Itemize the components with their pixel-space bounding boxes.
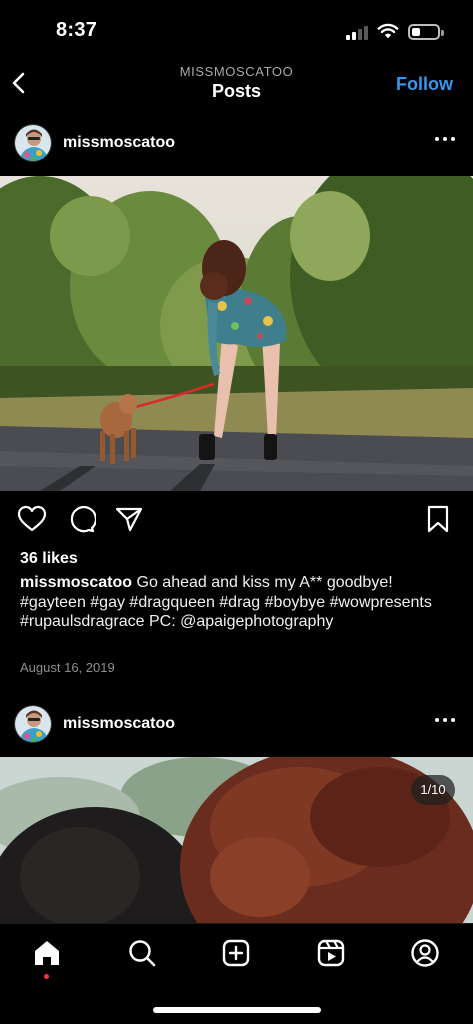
home-icon[interactable] (32, 938, 62, 968)
post-username[interactable]: missmoscatoo (63, 134, 175, 152)
profile-icon[interactable] (410, 938, 440, 968)
post-header: missmoscatoo (0, 124, 473, 168)
search-icon[interactable] (127, 938, 157, 968)
status-time: 8:37 (56, 19, 98, 41)
post-date: August 16, 2019 (20, 660, 115, 675)
follow-button[interactable]: Follow (396, 74, 453, 95)
top-header: MISSMOSCATOO Posts Follow (0, 60, 473, 110)
share-icon[interactable] (114, 504, 144, 534)
avatar[interactable] (14, 705, 52, 743)
post-actions (0, 504, 473, 538)
comment-icon[interactable] (66, 504, 96, 534)
create-icon[interactable] (221, 938, 251, 968)
post-photo[interactable] (0, 176, 473, 491)
post-header: missmoscatoo (0, 705, 473, 749)
more-options-button[interactable] (434, 128, 456, 150)
heart-icon[interactable] (17, 504, 47, 534)
cellular-signal-icon (346, 26, 368, 40)
avatar[interactable] (14, 124, 52, 162)
media-counter-badge: 1/10 (411, 775, 455, 805)
caption-username[interactable]: missmoscatoo (20, 574, 132, 591)
battery-icon (408, 24, 444, 40)
more-options-button[interactable] (434, 709, 456, 731)
reels-icon[interactable] (316, 938, 346, 968)
wifi-icon (377, 23, 399, 39)
post-photo[interactable] (0, 757, 473, 923)
status-bar: 8:37 (0, 0, 473, 62)
like-count[interactable]: 36 likes (20, 550, 78, 568)
home-indicator (153, 1007, 321, 1013)
post-username[interactable]: missmoscatoo (63, 715, 175, 733)
post-caption: missmoscatoo Go ahead and kiss my A** go… (20, 573, 460, 632)
notification-dot (44, 974, 49, 979)
battery-level (412, 28, 420, 36)
bookmark-icon[interactable] (423, 504, 453, 534)
